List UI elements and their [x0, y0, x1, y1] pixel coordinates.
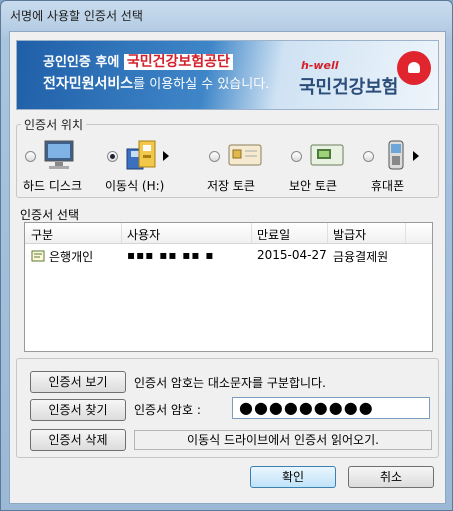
location-storage-token-label: 저장 토큰	[207, 179, 255, 193]
storage-token-icon	[228, 144, 262, 166]
org-logo-icon	[397, 51, 431, 85]
case-notice: 인증서 암호는 대소문자를 구분합니다.	[134, 376, 326, 390]
banner-highlight: 국민건강보험공단	[123, 54, 233, 70]
certificate-icon	[31, 250, 45, 262]
dialog-body: 공인인증 후에 국민건강보험공단 전자민원서비스를 이용하실 수 있습니다. h…	[9, 31, 446, 504]
location-security-token-label: 보안 토큰	[289, 179, 337, 193]
password-label: 인증서 암호 :	[134, 403, 201, 417]
cert-select-label: 인증서 선택	[20, 208, 80, 222]
location-security-token[interactable]: 보안 토큰	[289, 125, 369, 193]
removable-expand-arrow-icon[interactable]	[163, 151, 169, 161]
cert-list-header: 구분 사용자 만료일 발급자	[25, 223, 432, 244]
dialog-window: 서명에 사용할 인증서 선택 공인인증 후에 국민건강보험공단 전자민원서비스를…	[0, 0, 453, 511]
radio-hard-disk[interactable]	[25, 151, 36, 162]
cert-location-group: 인증서 위치 하드 디스크 이동식 (H:) 저장 토큰 보안 토큰 휴대폰	[16, 116, 441, 198]
radio-mobile[interactable]	[363, 151, 374, 162]
banner-line1-prefix: 공인인증 후에	[43, 55, 120, 70]
window-title: 서명에 사용할 인증서 선택	[10, 9, 143, 23]
cell-user-masked: ▪▪▪ ▪▪ ▪▪ ▪	[127, 248, 215, 262]
mobile-expand-arrow-icon[interactable]	[413, 151, 419, 161]
col-user[interactable]: 사용자	[127, 226, 160, 243]
promo-banner: 공인인증 후에 국민건강보험공단 전자민원서비스를 이용하실 수 있습니다. h…	[16, 40, 439, 110]
removable-drive-icon	[126, 140, 156, 170]
radio-storage-token[interactable]	[209, 151, 220, 162]
cell-issuer: 금융결제원	[333, 250, 389, 264]
radio-removable[interactable]	[107, 151, 118, 162]
location-hard-disk[interactable]: 하드 디스크	[23, 125, 103, 193]
title-bar[interactable]: 서명에 사용할 인증서 선택	[1, 1, 452, 29]
location-storage-token[interactable]: 저장 토큰	[207, 125, 287, 193]
brand-tag: h-well	[301, 59, 339, 72]
location-removable[interactable]: 이동식 (H:)	[105, 125, 185, 193]
location-mobile[interactable]: 휴대폰	[361, 125, 441, 193]
ok-button[interactable]: 확인	[250, 466, 336, 488]
view-cert-button[interactable]: 인증서 보기	[30, 371, 126, 393]
org-name: 국민건강보험	[299, 77, 399, 98]
mobile-phone-icon	[388, 140, 404, 170]
banner-line-2: 전자민원서비스를 이용하실 수 있습니다.	[43, 73, 269, 93]
col-issuer[interactable]: 발급자	[333, 226, 366, 243]
cell-expiry: 2015-04-27	[257, 248, 327, 262]
col-divider	[251, 223, 252, 243]
find-cert-button[interactable]: 인증서 찾기	[30, 399, 126, 421]
banner-line-1: 공인인증 후에 국민건강보험공단	[43, 51, 233, 71]
security-token-icon	[310, 144, 344, 166]
status-message: 이동식 드라이브에서 인증서 읽어오기.	[134, 430, 432, 450]
col-divider	[121, 223, 122, 243]
col-divider	[327, 223, 328, 243]
cancel-button[interactable]: 취소	[348, 466, 434, 488]
col-divider	[405, 223, 406, 243]
password-mask: ●●●●●●●●●	[239, 398, 374, 417]
radio-security-token[interactable]	[291, 151, 302, 162]
location-removable-label: 이동식 (H:)	[105, 179, 165, 193]
col-expiry[interactable]: 만료일	[257, 226, 290, 243]
banner-line2-rest: 를 이용하실 수 있습니다.	[133, 77, 270, 92]
cert-list[interactable]: 구분 사용자 만료일 발급자 은행개인 ▪▪▪ ▪▪ ▪▪ ▪ 2015-04-…	[24, 222, 433, 352]
monitor-icon	[44, 140, 74, 169]
banner-service-name: 전자민원서비스	[43, 76, 134, 92]
col-type[interactable]: 구분	[31, 226, 53, 243]
cell-type: 은행개인	[49, 250, 94, 264]
location-mobile-label: 휴대폰	[371, 179, 405, 193]
password-field[interactable]: ●●●●●●●●●	[232, 397, 430, 419]
delete-cert-button[interactable]: 인증서 삭제	[30, 429, 126, 451]
location-hard-disk-label: 하드 디스크	[23, 179, 83, 193]
